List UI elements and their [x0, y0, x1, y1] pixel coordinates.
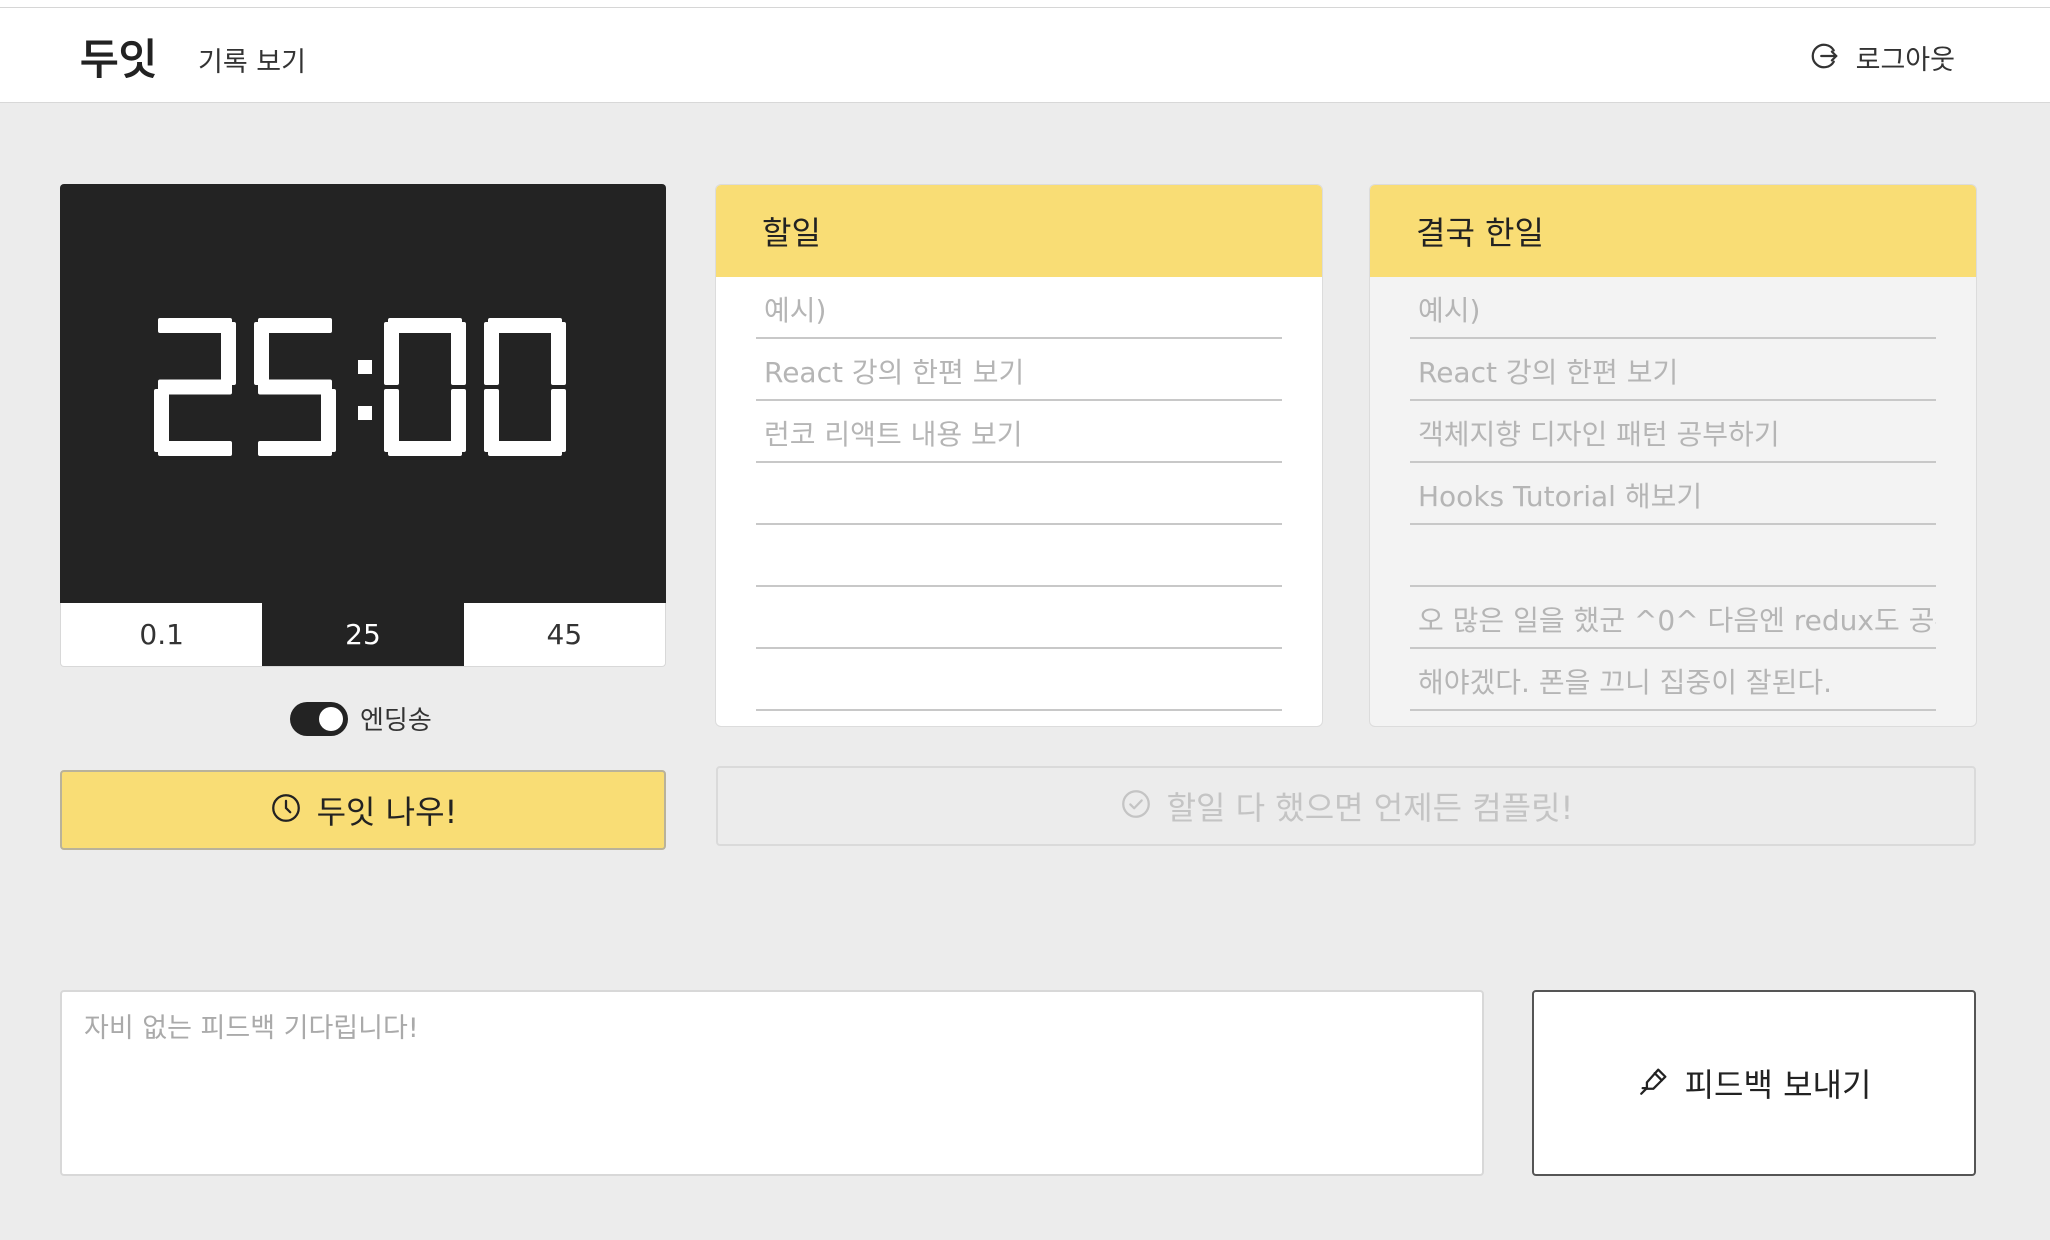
timer-segment [384, 322, 399, 385]
todo-line[interactable]: React 강의 한편 보기 [756, 339, 1282, 401]
pen-icon [1637, 1064, 1671, 1102]
timer-digit [384, 318, 466, 456]
complete-label: 할일 다 했으면 언제든 컴플릿! [1166, 789, 1574, 827]
app-header: 두잇 기록 보기 로그아웃 [0, 8, 2050, 103]
ending-song-label: 엔딩송 [360, 706, 432, 736]
todo-line[interactable] [756, 649, 1282, 711]
todo-panel-title: 할일 [762, 214, 821, 252]
timer-display [60, 184, 666, 604]
todo-line[interactable] [756, 525, 1282, 587]
timer-segment [388, 441, 462, 456]
timer-segment [158, 441, 232, 456]
timer-segment [258, 441, 332, 456]
timer-digit [154, 318, 236, 456]
done-line[interactable] [1410, 525, 1936, 587]
done-panel: 결국 한일 예시) React 강의 한편 보기 객체지향 디자인 패턴 공부하… [1369, 184, 1977, 727]
done-panel-title: 결국 한일 [1416, 214, 1544, 252]
done-line[interactable]: 오 많은 일을 했군 ^0^ 다음엔 redux도 공부 [1410, 587, 1936, 649]
todo-line[interactable] [756, 587, 1282, 649]
timer-segment [488, 318, 562, 333]
preset-button-2[interactable]: 25 [262, 603, 464, 666]
todo-panel-header: 할일 [716, 185, 1322, 277]
send-feedback-label: 피드백 보내기 [1684, 1066, 1872, 1104]
done-list: 예시) React 강의 한편 보기 객체지향 디자인 패턴 공부하기 Hook… [1370, 277, 1976, 711]
todo-line[interactable]: 예시) [756, 277, 1282, 339]
clock-icon [269, 791, 303, 829]
done-line[interactable]: React 강의 한편 보기 [1410, 339, 1936, 401]
timer-segment [158, 318, 232, 333]
logout-icon [1810, 41, 1840, 75]
timer-segment [258, 318, 332, 333]
timer-segment [451, 322, 466, 385]
timer-segment [384, 389, 399, 452]
brand-logo[interactable]: 두잇 [80, 26, 157, 87]
top-border [0, 0, 2050, 8]
toggle-knob [319, 706, 343, 731]
timer-segment [488, 441, 562, 456]
done-line[interactable]: 해야겠다. 폰을 끄니 집중이 잘된다. [1410, 649, 1936, 711]
done-panel-header: 결국 한일 [1370, 185, 1976, 277]
timer-digits [154, 318, 566, 456]
ending-song-toggle-row: 엔딩송 [290, 700, 432, 737]
timer-segment [221, 322, 236, 385]
complete-button[interactable]: 할일 다 했으면 언제든 컴플릿! [716, 766, 1976, 846]
send-feedback-button[interactable]: 피드백 보내기 [1532, 990, 1976, 1176]
timer-segment [388, 318, 462, 333]
done-line[interactable]: 예시) [1410, 277, 1936, 339]
todo-line[interactable]: 런코 리액트 내용 보기 [756, 401, 1282, 463]
preset-button-3[interactable]: 45 [464, 603, 665, 666]
preset-button-1[interactable]: 0.1 [61, 603, 262, 666]
logout-label: 로그아웃 [1855, 45, 1955, 76]
timer-segment [484, 389, 499, 452]
timer-segment [254, 322, 269, 385]
ending-song-toggle[interactable] [290, 701, 348, 736]
todo-panel: 할일 예시) React 강의 한편 보기 런코 리액트 내용 보기 [715, 184, 1323, 727]
timer-segment [484, 322, 499, 385]
timer-digit [484, 318, 566, 456]
logout-button[interactable]: 로그아웃 [1810, 38, 1955, 77]
check-circle-icon [1119, 787, 1153, 825]
done-line[interactable]: Hooks Tutorial 해보기 [1410, 463, 1936, 525]
timer-segment [551, 322, 566, 385]
timer-colon-dot [358, 360, 372, 374]
todo-line[interactable] [756, 463, 1282, 525]
history-link[interactable]: 기록 보기 [198, 40, 306, 79]
timer-segment [258, 379, 332, 395]
start-button[interactable]: 두잇 나우! [60, 770, 666, 850]
timer-presets: 0.1 25 45 [60, 603, 666, 667]
done-line[interactable]: 객체지향 디자인 패턴 공부하기 [1410, 401, 1936, 463]
timer-segment [158, 379, 232, 395]
start-label: 두잇 나우! [316, 793, 458, 831]
timer-colon-dot [358, 406, 372, 420]
timer-digit [254, 318, 336, 456]
todo-list: 예시) React 강의 한편 보기 런코 리액트 내용 보기 [716, 277, 1322, 711]
feedback-input[interactable] [60, 990, 1484, 1176]
